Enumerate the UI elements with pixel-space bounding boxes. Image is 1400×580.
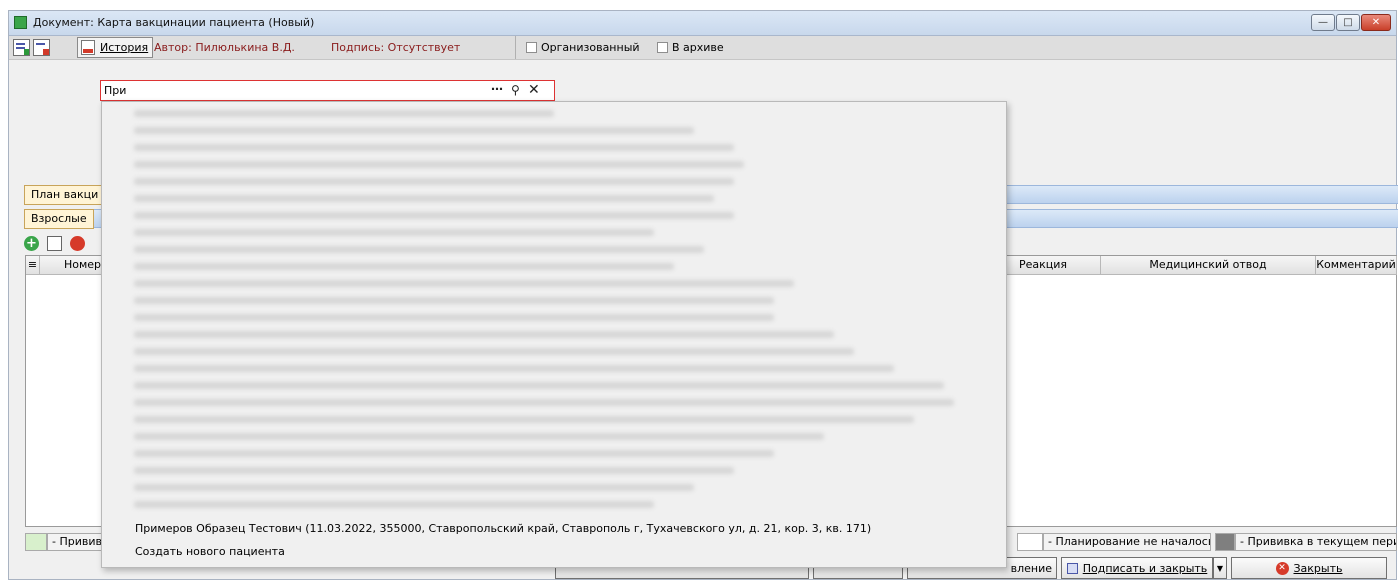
search-results-dropdown: Примеров Образец Тестович (11.03.2022, 3…	[101, 101, 1007, 568]
legend-label-1: - Привив	[47, 533, 109, 551]
col-med-exemption[interactable]: Медицинский отвод	[1101, 256, 1316, 275]
obscured-result[interactable]	[134, 127, 694, 134]
obscured-result[interactable]	[134, 246, 704, 253]
organized-checkbox[interactable]: Организованный	[526, 41, 640, 54]
send-label: вление	[1010, 561, 1052, 575]
obscured-result[interactable]	[134, 501, 654, 508]
obscured-result[interactable]	[134, 382, 944, 389]
chevron-down-icon: ▼	[1216, 563, 1224, 573]
column-chooser-icon[interactable]: ≡	[26, 256, 40, 275]
edit-doc-icon[interactable]	[47, 236, 62, 251]
ellipsis-icon[interactable]: ⋯	[491, 82, 503, 96]
close-icon: ✕	[1275, 561, 1289, 575]
reject-doc-icon[interactable]	[33, 39, 50, 56]
close-button[interactable]: ✕ Закрыть	[1231, 557, 1387, 579]
search-input[interactable]	[104, 82, 484, 99]
delete-icon[interactable]	[70, 236, 85, 251]
archive-checkbox[interactable]: В архиве	[657, 41, 724, 54]
obscured-result[interactable]	[134, 416, 914, 423]
obscured-result[interactable]	[134, 484, 694, 491]
log-icon	[81, 40, 95, 55]
title-bar: Документ: Карта вакцинации пациента (Нов…	[9, 11, 1396, 36]
obscured-result[interactable]	[134, 110, 554, 117]
grid-actions: +	[24, 236, 85, 251]
search-icon[interactable]: ⚲	[511, 83, 520, 97]
save-icon	[1066, 562, 1078, 574]
tab-plan[interactable]: План вакци	[24, 185, 106, 205]
obscured-result[interactable]	[134, 450, 774, 457]
minimize-button[interactable]: —	[1311, 14, 1335, 31]
patient-search[interactable]: ⋯ ⚲ ✕	[100, 80, 555, 101]
obscured-result[interactable]	[134, 314, 774, 321]
history-button[interactable]: История	[77, 37, 154, 58]
obscured-result[interactable]	[134, 144, 734, 151]
author-label: Автор: Пилюлькина В.Д.	[154, 41, 295, 54]
legend-swatch-gray	[1215, 533, 1235, 551]
obscured-result[interactable]	[134, 399, 954, 406]
legend-swatch-green	[25, 533, 47, 551]
obscured-result[interactable]	[134, 263, 674, 270]
close-label: Закрыть	[1293, 561, 1343, 575]
obscured-result[interactable]	[134, 365, 894, 372]
obscured-result[interactable]	[134, 229, 654, 236]
toolbar-separator	[515, 36, 516, 59]
obscured-result[interactable]	[134, 161, 744, 168]
obscured-result[interactable]	[134, 331, 834, 338]
col-comment[interactable]: Комментарий	[1316, 256, 1397, 275]
archive-label: В архиве	[672, 41, 724, 54]
obscured-result[interactable]	[134, 297, 774, 304]
window-title: Документ: Карта вакцинации пациента (Нов…	[33, 16, 315, 29]
checkbox-box[interactable]	[526, 42, 537, 53]
create-patient-item[interactable]: Создать нового пациента	[135, 545, 285, 558]
close-icon[interactable]: ✕	[528, 82, 540, 98]
tab-adults[interactable]: Взрослые	[24, 209, 94, 229]
approve-doc-icon[interactable]	[13, 39, 30, 56]
obscured-result[interactable]	[134, 280, 794, 287]
obscured-result[interactable]	[134, 467, 734, 474]
col-reaction[interactable]: Реакция	[1016, 256, 1101, 275]
patient-result-item[interactable]: Примеров Образец Тестович (11.03.2022, 3…	[135, 522, 871, 535]
obscured-result[interactable]	[134, 212, 734, 219]
obscured-result[interactable]	[134, 195, 714, 202]
obscured-result[interactable]	[134, 348, 854, 355]
sign-close-dropdown[interactable]: ▼	[1213, 557, 1227, 579]
sign-close-button[interactable]: Подписать и закрыть	[1061, 557, 1213, 579]
obscured-result[interactable]	[134, 178, 734, 185]
organized-label: Организованный	[541, 41, 640, 54]
app-icon	[14, 16, 27, 29]
checkbox-box[interactable]	[657, 42, 668, 53]
history-label: История	[100, 41, 149, 54]
add-icon[interactable]: +	[24, 236, 39, 251]
obscured-result[interactable]	[134, 433, 824, 440]
sign-close-label: Подписать и закрыть	[1082, 561, 1208, 575]
legend-planning-not-started: - Планирование не началось	[1043, 533, 1211, 551]
toolbar: История Автор: Пилюлькина В.Д. Подпись: …	[9, 36, 1396, 60]
close-window-button[interactable]: ✕	[1361, 14, 1391, 31]
maximize-button[interactable]: □	[1336, 14, 1360, 31]
legend-current-period: - Прививка в текущем пери...	[1235, 533, 1397, 551]
legend-swatch-white	[1017, 533, 1043, 551]
signature-status: Подпись: Отсутствует	[331, 41, 461, 54]
